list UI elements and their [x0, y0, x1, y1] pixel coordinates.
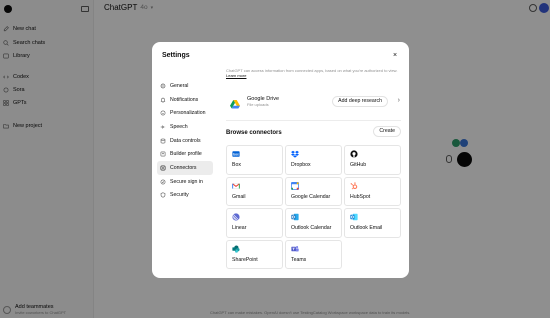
connectors-grid: box Box Dropbox GitHub Gmail Google Cale…: [226, 145, 401, 269]
connector-card-outlook-email[interactable]: Outlook Email: [344, 208, 401, 238]
shield-icon: [160, 192, 166, 198]
settings-nav: General Notifications Personalization Sp…: [157, 79, 213, 202]
nav-item-speech[interactable]: Speech: [157, 120, 213, 134]
browse-connectors-heading: Browse connectors: [226, 130, 282, 136]
sharepoint-icon: [232, 244, 240, 253]
connector-name: Teams: [291, 256, 307, 263]
connector-card-outlook-calendar[interactable]: Outlook Calendar: [285, 208, 342, 238]
settings-modal: Settings × General Notifications Persona…: [152, 42, 409, 278]
secure-sign-in-icon: [160, 179, 166, 185]
nav-item-data-controls[interactable]: Data controls: [157, 134, 213, 148]
gear-icon: [160, 83, 166, 89]
nav-item-general[interactable]: General: [157, 79, 213, 93]
learn-more-link[interactable]: Learn more: [226, 73, 246, 78]
nav-item-label: Connectors: [170, 164, 197, 171]
connector-name: Dropbox: [291, 162, 311, 168]
data-controls-icon: [160, 138, 166, 144]
connector-card-github[interactable]: GitHub: [344, 145, 401, 175]
nav-item-connectors[interactable]: Connectors: [157, 161, 213, 175]
nav-item-personalization[interactable]: Personalization: [157, 106, 213, 120]
nav-item-secure-sign-in[interactable]: Secure sign in: [157, 175, 213, 189]
builder-profile-icon: [160, 151, 166, 157]
connector-name: Outlook Calendar: [291, 225, 332, 231]
github-icon: [350, 150, 358, 158]
connectors-intro: ChatGPT can access information from conn…: [226, 68, 401, 79]
gmail-icon: [232, 182, 240, 190]
teams-icon: [291, 245, 299, 253]
linear-icon: [232, 213, 240, 221]
connector-card-teams[interactable]: Teams: [285, 239, 342, 269]
hubspot-icon: [350, 181, 358, 190]
nav-item-label: Secure sign in: [170, 178, 203, 185]
outlook-calendar-icon: [291, 213, 299, 221]
connector-card-dropbox[interactable]: Dropbox: [285, 145, 342, 175]
connector-card-box[interactable]: box Box: [226, 145, 283, 175]
box-icon: box: [232, 150, 240, 158]
connector-card-google-calendar[interactable]: Google Calendar: [285, 176, 342, 206]
google-calendar-icon: [291, 181, 299, 190]
connector-name: Outlook Email: [350, 225, 383, 231]
google-drive-icon: [230, 96, 240, 109]
outlook-email-icon: [350, 213, 358, 221]
add-deep-research-button[interactable]: Add deep research: [332, 96, 388, 107]
close-icon[interactable]: ×: [390, 51, 400, 61]
connector-card-hubspot[interactable]: HubSpot: [344, 176, 401, 206]
nav-item-label: Builder profile: [170, 151, 202, 158]
connectors-intro-text: ChatGPT can access information from conn…: [226, 68, 398, 73]
nav-item-security[interactable]: Security: [157, 189, 213, 203]
nav-item-label: Data controls: [170, 137, 201, 144]
connector-name: SharePoint: [232, 256, 258, 263]
dropbox-icon: [291, 150, 299, 158]
google-drive-subtitle: File uploads: [247, 101, 269, 107]
connector-name: Box: [232, 162, 241, 168]
nav-item-label: Speech: [170, 123, 188, 130]
connector-card-linear[interactable]: Linear: [226, 208, 283, 238]
connector-card-sharepoint[interactable]: SharePoint: [226, 239, 283, 269]
nav-item-label: Personalization: [170, 110, 206, 117]
nav-item-label: Notifications: [170, 96, 199, 103]
modal-title: Settings: [162, 52, 190, 59]
connector-name: HubSpot: [350, 193, 371, 200]
divider: [226, 120, 401, 121]
speech-icon: [160, 124, 166, 130]
bell-icon: [160, 97, 166, 103]
connector-card-gmail[interactable]: Gmail: [226, 176, 283, 206]
google-drive-name: Google Drive: [247, 95, 280, 102]
personalization-icon: [160, 110, 166, 116]
connector-name: Linear: [232, 225, 247, 231]
nav-item-label: Security: [170, 192, 189, 199]
google-drive-row[interactable]: Google Drive File uploads Add deep resea…: [226, 92, 401, 110]
chevron-right-icon[interactable]: ›: [398, 97, 400, 104]
svg-text:box: box: [233, 152, 239, 156]
nav-item-notifications[interactable]: Notifications: [157, 93, 213, 107]
nav-item-builder-profile[interactable]: Builder profile: [157, 147, 213, 161]
nav-item-label: General: [170, 82, 189, 89]
connector-name: Google Calendar: [291, 193, 331, 200]
connectors-icon: [160, 165, 166, 171]
create-connector-button[interactable]: Create: [373, 126, 401, 137]
connector-name: Gmail: [232, 193, 246, 200]
connectors-panel: ChatGPT can access information from conn…: [226, 68, 401, 278]
connector-name: GitHub: [350, 162, 367, 168]
